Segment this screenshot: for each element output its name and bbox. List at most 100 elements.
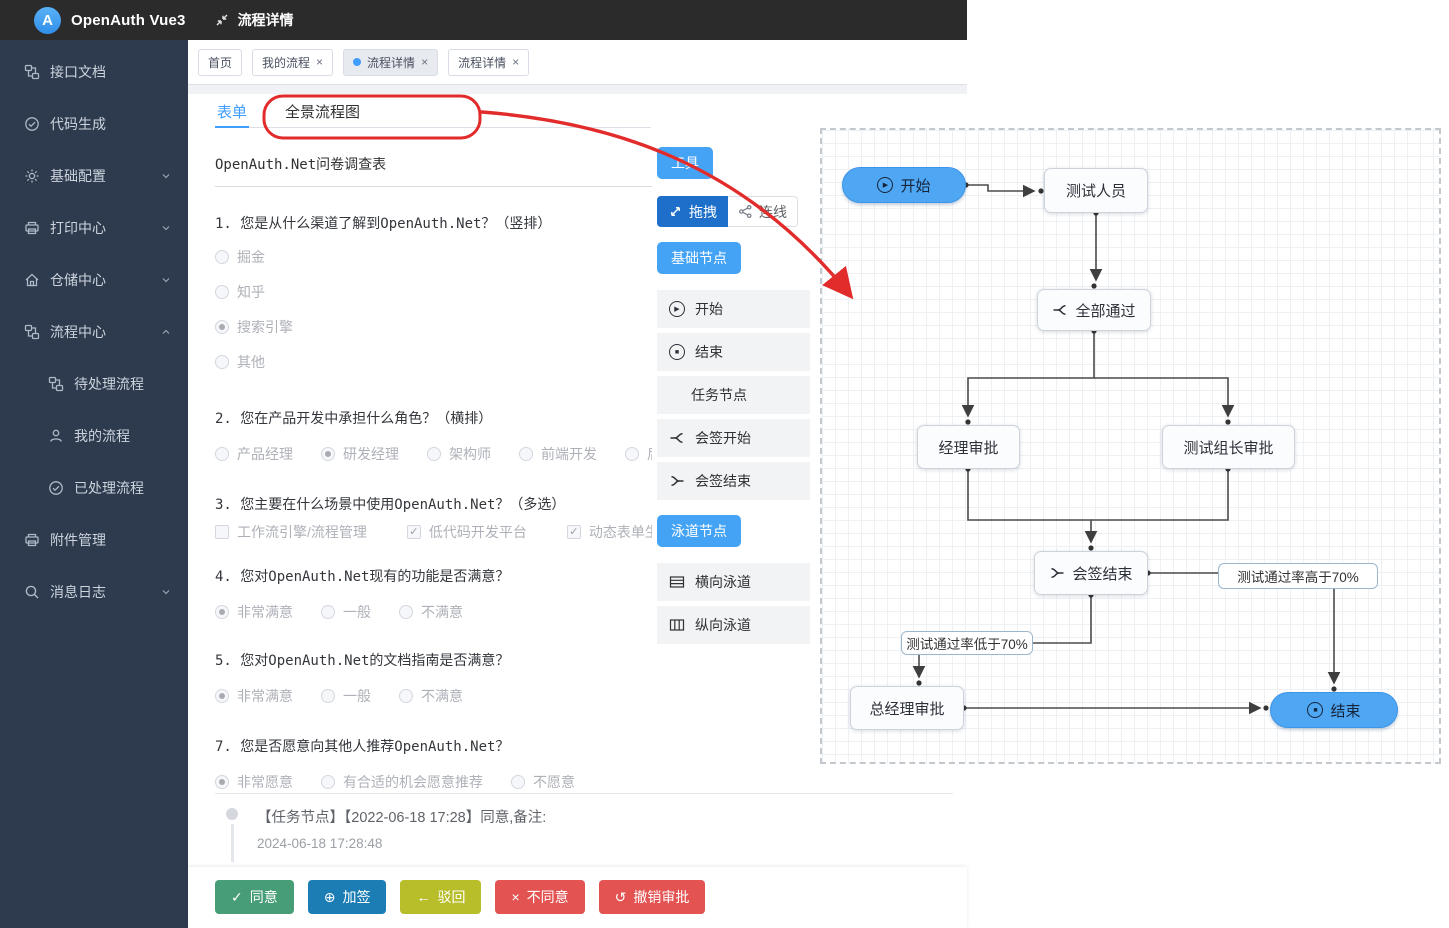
basic-nodes-chip[interactable]: 基础节点	[657, 242, 741, 274]
lane-vertical-icon	[669, 617, 685, 633]
close-icon[interactable]: ×	[316, 55, 323, 69]
tag-home[interactable]: 首页	[198, 49, 242, 76]
page-title: 流程详情	[238, 10, 294, 30]
radio-option[interactable]: 不满意	[399, 602, 463, 622]
flow-node-tester[interactable]: 测试人员	[1044, 168, 1148, 213]
node-toolbox: 工具 拖拽 连线 基础节点 ▶ 开始 ■ 结束 任务节点 会签开始 会签结束 泳…	[657, 147, 810, 644]
toolbox-item-vertical-lane[interactable]: 纵向泳道	[657, 606, 810, 644]
button-label: 不同意	[527, 887, 569, 907]
link-mode-button[interactable]: 连线	[728, 196, 798, 227]
radio-option[interactable]: 产品经理	[215, 444, 293, 464]
radio-label: 非常满意	[237, 686, 293, 706]
toolbox-item-task-node[interactable]: 任务节点	[657, 376, 810, 414]
flow-node-test-lead-approve[interactable]: 测试组长审批	[1162, 425, 1295, 469]
chevron-down-icon	[160, 274, 172, 286]
sidebar-item-label: 流程中心	[50, 322, 160, 342]
sidebar-item-flow-center[interactable]: 流程中心	[0, 306, 188, 358]
radio-option[interactable]: 不愿意	[511, 772, 575, 792]
radio-option[interactable]: 架构师	[427, 444, 491, 464]
close-icon[interactable]: ×	[512, 55, 519, 69]
sidebar-item-basic-config[interactable]: 基础配置	[0, 150, 188, 202]
radio-option[interactable]: 不满意	[399, 686, 463, 706]
swimlane-nodes-chip[interactable]: 泳道节点	[657, 515, 741, 547]
app-logo: A	[34, 7, 61, 34]
radio-icon	[399, 605, 413, 619]
tag-view-bar: 首页 我的流程 × 流程详情 × 流程详情 ×	[188, 40, 967, 85]
tag-label: 我的流程	[262, 54, 310, 71]
tab-panorama-flowchart[interactable]: 全景流程图	[283, 97, 362, 127]
radio-option[interactable]: 知乎	[215, 282, 265, 302]
radio-option[interactable]: 非常满意	[215, 686, 293, 706]
flow-node-countersign-end[interactable]: 会签结束	[1034, 551, 1148, 595]
toolbox-item-horizontal-lane[interactable]: 横向泳道	[657, 563, 810, 601]
sidebar-item-attachments[interactable]: 附件管理	[0, 514, 188, 566]
flow-edges	[822, 130, 1439, 762]
timeline-entry-text: 【任务节点】【2022-06-18 17:28】同意,备注:	[257, 806, 546, 827]
radio-icon	[215, 447, 229, 461]
radio-option[interactable]: 其他	[215, 352, 265, 372]
flow-node-manager-approve[interactable]: 经理审批	[917, 425, 1020, 469]
radio-label: 前端开发	[541, 444, 597, 464]
sidebar-item-label: 已处理流程	[74, 478, 172, 498]
node-label: 结束	[1330, 700, 1360, 721]
drag-mode-button[interactable]: 拖拽	[657, 196, 728, 227]
sidebar-item-my-flows[interactable]: 我的流程	[0, 410, 188, 462]
sidebar-item-label: 消息日志	[50, 582, 160, 602]
toolbox-item-countersign-end[interactable]: 会签结束	[657, 462, 810, 500]
radio-icon	[215, 285, 229, 299]
printer-icon	[24, 220, 40, 236]
sidebar-item-print-center[interactable]: 打印中心	[0, 202, 188, 254]
radio-option[interactable]: 一般	[321, 602, 371, 622]
toolbox-item-end[interactable]: ■ 结束	[657, 333, 810, 371]
toolbox-item-label: 开始	[695, 299, 723, 319]
radio-icon	[399, 689, 413, 703]
sidebar-item-warehouse-center[interactable]: 仓储中心	[0, 254, 188, 306]
flow-canvas[interactable]: ▶ 开始 测试人员 全部通过 经理审批 测试组长审批 会签结束 测试通过率高于7…	[820, 128, 1441, 764]
checkbox-option[interactable]: ✓动态表单生成	[567, 522, 652, 542]
flow-icon	[24, 324, 40, 340]
radio-option[interactable]: 非常愿意	[215, 772, 293, 792]
sidebar-item-processed-flows[interactable]: 已处理流程	[0, 462, 188, 514]
edge-label-pass-rate-low[interactable]: 测试通过率低于70%	[901, 631, 1033, 655]
toolbox-item-countersign-start[interactable]: 会签开始	[657, 419, 810, 457]
node-label: 开始	[900, 175, 930, 196]
tag-flow-detail-active[interactable]: 流程详情 ×	[343, 49, 438, 76]
radio-icon	[427, 447, 441, 461]
cross-icon: ×	[511, 889, 519, 905]
flow-node-end[interactable]: ■ 结束	[1270, 692, 1398, 728]
sidebar-item-code-gen[interactable]: 代码生成	[0, 98, 188, 150]
flow-node-all-pass[interactable]: 全部通过	[1037, 289, 1151, 331]
checkbox-option[interactable]: ✓低代码开发平台	[407, 522, 527, 542]
close-icon[interactable]: ×	[421, 55, 428, 69]
disagree-button[interactable]: × 不同意	[495, 880, 584, 914]
approve-button[interactable]: ✓ 同意	[215, 880, 294, 914]
add-sign-button[interactable]: ⊕ 加签	[308, 880, 387, 914]
sidebar-item-api-docs[interactable]: 接口文档	[0, 46, 188, 98]
radio-option[interactable]: 掘金	[215, 247, 265, 267]
radio-icon-selected	[215, 689, 229, 703]
sidebar-item-message-log[interactable]: 消息日志	[0, 566, 188, 618]
radio-option[interactable]: 有合适的机会愿意推荐	[321, 772, 483, 792]
checkbox-option[interactable]: 工作流引擎/流程管理	[215, 522, 367, 542]
tab-form[interactable]: 表单	[215, 97, 249, 127]
tag-my-flows[interactable]: 我的流程 ×	[252, 49, 333, 76]
undo-icon: ↺	[615, 889, 627, 906]
toolbox-item-label: 横向泳道	[695, 572, 751, 592]
checkbox-icon-checked: ✓	[407, 525, 421, 539]
revoke-approval-button[interactable]: ↺ 撤销审批	[599, 880, 706, 914]
tools-header-chip[interactable]: 工具	[657, 147, 713, 179]
radio-option[interactable]: 非常满意	[215, 602, 293, 622]
radio-option[interactable]: 前端开发	[519, 444, 597, 464]
radio-option[interactable]: 研发经理	[321, 444, 399, 464]
collapse-sidebar-icon[interactable]	[214, 12, 230, 28]
edge-label-pass-rate-high[interactable]: 测试通过率高于70%	[1218, 563, 1378, 589]
radio-option[interactable]: 搜索引擎	[215, 317, 293, 337]
flow-node-start[interactable]: ▶ 开始	[842, 167, 966, 203]
radio-option[interactable]: 后端开发	[625, 444, 652, 464]
radio-option[interactable]: 一般	[321, 686, 371, 706]
toolbox-item-start[interactable]: ▶ 开始	[657, 290, 810, 328]
reject-button[interactable]: ← 驳回	[400, 880, 481, 914]
tag-flow-detail[interactable]: 流程详情 ×	[448, 49, 529, 76]
sidebar-item-pending-flows[interactable]: 待处理流程	[0, 358, 188, 410]
flow-node-gm-approve[interactable]: 总经理审批	[850, 686, 964, 730]
